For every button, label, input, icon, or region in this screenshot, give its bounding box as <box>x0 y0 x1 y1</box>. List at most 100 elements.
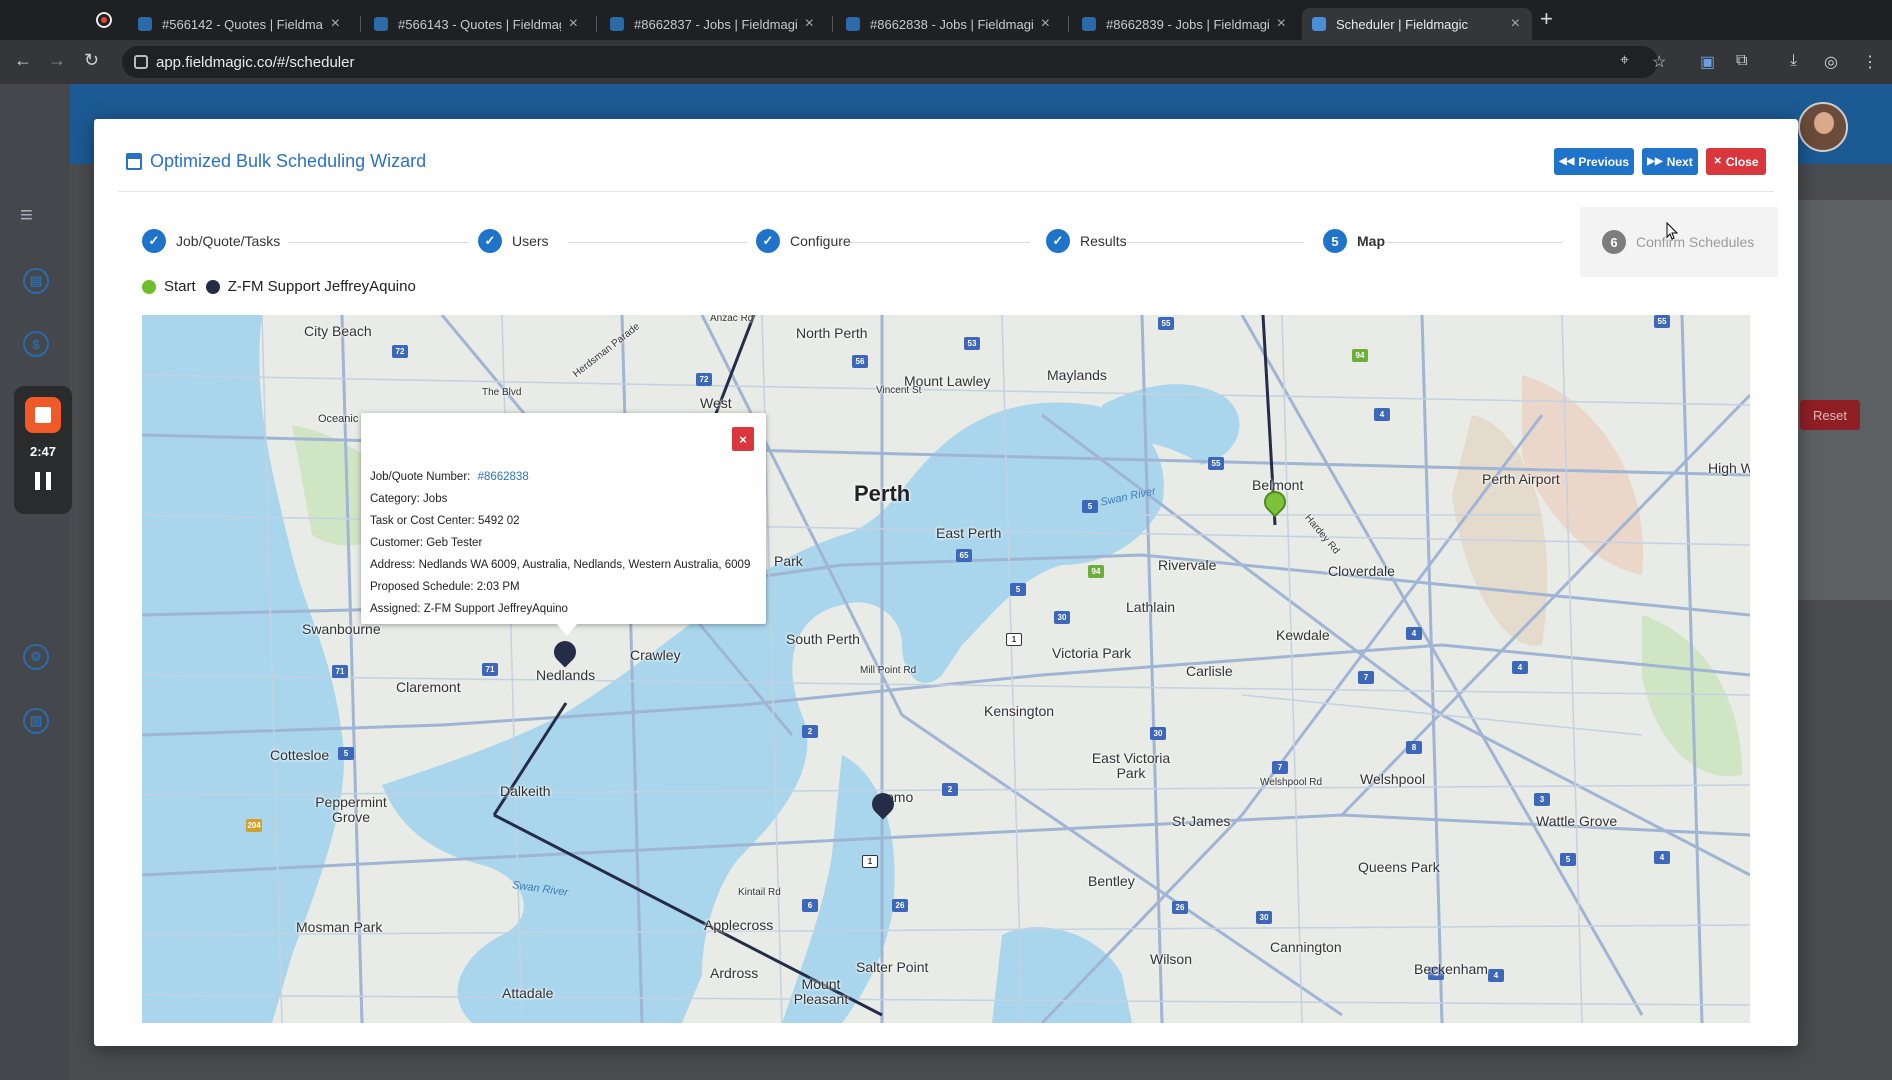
highway-shield: 6 <box>802 899 818 912</box>
close-label: Close <box>1725 154 1759 169</box>
site-info-icon[interactable] <box>134 55 148 69</box>
close-button[interactable]: ✕ Close <box>1706 148 1766 175</box>
close-tab-icon[interactable]: × <box>1511 15 1520 33</box>
highway-shield: 3 <box>1534 793 1550 806</box>
highway-shield: 204 <box>246 819 262 832</box>
map-label: Carlisle <box>1186 663 1233 679</box>
job-location-pin[interactable] <box>867 788 899 823</box>
map-label: Kintail Rd <box>738 887 781 898</box>
user-avatar[interactable] <box>1798 102 1848 152</box>
map-label: Mount Pleasant <box>793 976 849 1007</box>
map-label: Mill Point Rd <box>860 665 917 676</box>
address-bar[interactable]: app.fieldmagic.co/#/scheduler <box>122 46 1658 78</box>
popup-assigned: Assigned: Z-FM Support JeffreyAquino <box>370 603 568 615</box>
highway-shield: 1 <box>862 855 878 868</box>
check-icon: ✓ <box>756 229 780 253</box>
highway-shield: 53 <box>964 337 980 350</box>
map-label: Welshpool <box>1360 771 1426 787</box>
reset-button[interactable]: Reset <box>1800 400 1860 430</box>
step-job-quote-tasks[interactable]: ✓ Job/Quote/Tasks <box>142 229 280 253</box>
browser-tab-bar: #566142 - Quotes | Fieldmagic × #566143 … <box>0 0 1892 40</box>
map-label: West <box>700 395 732 411</box>
highway-shield: 71 <box>332 665 348 678</box>
hamburger-menu-icon[interactable]: ≡ <box>20 202 33 228</box>
step-results[interactable]: ✓ Results <box>1046 229 1127 253</box>
highway-shield: 1 <box>1006 633 1022 646</box>
map-label: High Wycombe <box>1708 460 1750 476</box>
next-button[interactable]: ▶▶ Next <box>1642 148 1698 175</box>
close-tab-icon[interactable]: × <box>569 15 578 33</box>
map-label: Maylands <box>1047 367 1107 383</box>
previous-button[interactable]: ◀◀ Previous <box>1554 148 1634 175</box>
step-connector <box>1386 242 1562 243</box>
popup-close-button[interactable]: × <box>732 427 754 451</box>
menu-kebab-icon[interactable]: ⋮ <box>1862 52 1878 72</box>
map-label: Mosman Park <box>296 919 383 935</box>
bookmark-star-icon[interactable]: ☆ <box>1652 52 1666 72</box>
step-map[interactable]: 5 Map <box>1323 229 1385 253</box>
highway-shield: 55 <box>1654 315 1670 328</box>
map-label: Ardross <box>710 965 759 981</box>
recording-timer: 2:47 <box>29 444 57 459</box>
popup-address: Address: Nedlands WA 6009, Australia, Ne… <box>370 559 751 571</box>
modal-title: Optimized Bulk Scheduling Wizard <box>126 151 426 172</box>
map-label: South Perth <box>786 631 860 647</box>
tab-separator <box>360 16 361 32</box>
route-map[interactable]: 72 72 56 53 55 55 94 55 4 5 94 65 5 30 1… <box>142 315 1750 1023</box>
browser-tab[interactable]: #8662838 - Jobs | Fieldmagic × <box>836 8 1062 40</box>
dollar-icon[interactable]: $ <box>23 331 49 357</box>
map-label: Cloverdale <box>1328 563 1395 579</box>
tab-separator <box>596 16 597 32</box>
document-icon[interactable]: ▥ <box>23 708 49 734</box>
mouse-cursor-icon <box>1666 222 1678 240</box>
browser-tab-active[interactable]: Scheduler | Fieldmagic × <box>1302 8 1532 40</box>
browser-tab[interactable]: #566143 - Quotes | Fieldmagic × <box>364 8 590 40</box>
navy-pin-icon <box>867 788 899 820</box>
extension-icon[interactable]: ▣ <box>1700 52 1715 72</box>
workflow-icon[interactable]: ⚙ <box>23 644 49 670</box>
map-label: Dalkeith <box>500 783 551 799</box>
map-label: East Perth <box>936 525 1002 541</box>
fieldmagic-favicon-icon <box>1312 17 1326 31</box>
extensions-puzzle-icon[interactable]: ⧉ <box>1736 52 1747 70</box>
browser-tab[interactable]: #8662839 - Jobs | Fieldmagic × <box>1072 8 1298 40</box>
close-tab-icon[interactable]: × <box>1277 15 1286 33</box>
popup-schedule: Proposed Schedule: 2:03 PM <box>370 581 520 593</box>
highway-shield: 30 <box>1256 911 1272 924</box>
navy-pin-icon <box>549 636 581 668</box>
map-label: Perth Airport <box>1482 471 1560 487</box>
start-location-pin[interactable] <box>1259 486 1291 521</box>
contacts-icon[interactable]: ▤ <box>23 268 49 294</box>
location-icon[interactable]: ⌖ <box>1620 52 1629 70</box>
reload-icon[interactable]: ↻ <box>84 50 99 71</box>
divider <box>118 191 1774 192</box>
step-label: Job/Quote/Tasks <box>176 233 281 249</box>
browser-tab[interactable]: #566142 - Quotes | Fieldmagic × <box>128 8 352 40</box>
tab-title: #566143 - Quotes | Fieldmagic <box>398 16 561 32</box>
close-tab-icon[interactable]: × <box>331 15 340 33</box>
legend-item-start: Start <box>142 278 196 295</box>
pause-recording-button[interactable] <box>35 472 51 490</box>
browser-tab[interactable]: #8662837 - Jobs | Fieldmagic × <box>600 8 826 40</box>
job-number-link[interactable]: #8662838 <box>478 471 529 483</box>
tab-title: Scheduler | Fieldmagic <box>1336 16 1468 32</box>
profile-icon[interactable]: ◎ <box>1824 52 1838 72</box>
highway-shield: 4 <box>1374 408 1390 421</box>
map-label: Oceanic <box>318 413 359 425</box>
check-icon: ✓ <box>142 229 166 253</box>
close-tab-icon[interactable]: × <box>1041 15 1050 33</box>
map-label: St James <box>1172 813 1231 829</box>
stop-recording-button[interactable] <box>25 397 61 433</box>
forward-icon[interactable]: → <box>48 50 66 71</box>
fieldmagic-favicon-icon <box>1082 17 1096 31</box>
step-configure[interactable]: ✓ Configure <box>756 229 851 253</box>
download-icon[interactable]: ⤓ <box>1790 52 1797 70</box>
step-confirm-schedules[interactable]: 6 Confirm Schedules <box>1580 207 1779 277</box>
close-tab-icon[interactable]: × <box>805 15 814 33</box>
back-icon[interactable]: ← <box>14 50 32 71</box>
new-tab-button[interactable]: + <box>1540 6 1553 32</box>
job-location-pin[interactable] <box>549 636 581 671</box>
step-users[interactable]: ✓ Users <box>478 229 549 253</box>
map-label: Salter Point <box>856 959 929 975</box>
highway-shield: 26 <box>892 899 908 912</box>
